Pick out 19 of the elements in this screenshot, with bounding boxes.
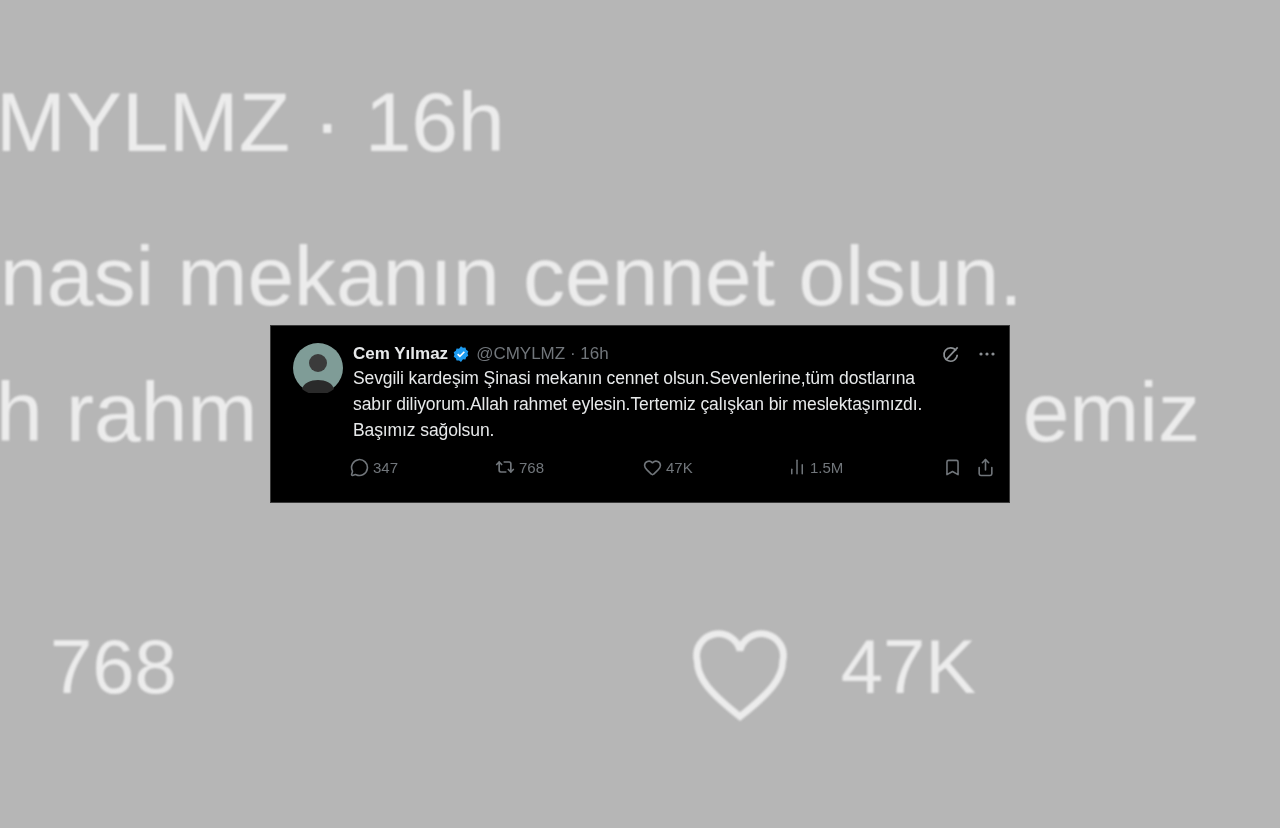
chart-icon [788, 458, 806, 476]
heart-icon [643, 457, 662, 477]
retweet-button[interactable]: 768 [493, 457, 641, 477]
like-button[interactable]: 47K [641, 457, 786, 477]
grok-button[interactable] [941, 344, 961, 364]
more-button[interactable] [979, 352, 995, 356]
bookmark-icon [943, 457, 962, 477]
slashed-circle-icon [941, 344, 961, 364]
reply-icon [350, 457, 369, 477]
avatar[interactable] [293, 343, 343, 393]
reply-button[interactable]: 347 [348, 457, 493, 477]
author-name[interactable]: Cem Yılmaz [353, 344, 449, 364]
more-icon [979, 352, 995, 356]
share-button[interactable] [976, 457, 995, 477]
handle-and-time: @CMYLMZ · 16h [476, 344, 609, 364]
bookmark-button[interactable] [943, 457, 962, 477]
share-icon [976, 457, 995, 477]
tweet-text: Sevgili kardeşim Şinasi mekanın cennet olsun.Sevenlerine,tüm dostlarına sabır diliyorum.Allah rahmet eylesin.Tertemiz çalışkan bir meslektaşımızdı. Başımız sağolsun. [353, 367, 924, 442]
views-button[interactable]: 1.5M [786, 458, 908, 476]
